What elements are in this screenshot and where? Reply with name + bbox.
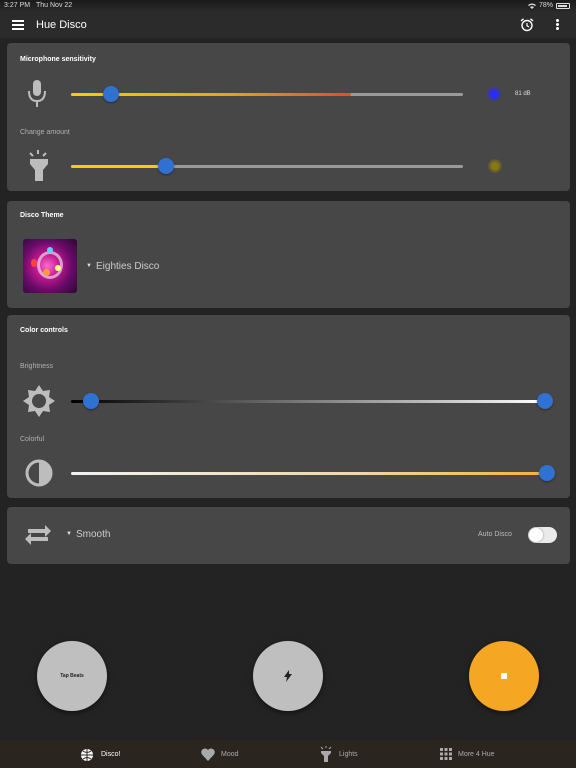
nav-more-4-hue-label: More 4 Hue: [458, 750, 495, 758]
wifi-icon: [527, 3, 536, 9]
status-bar: 3:27 PM Thu Nov 22 78%: [0, 0, 576, 12]
grid-icon: [440, 748, 452, 760]
bottom-nav: Disco! Mood Lights More 4 Hue: [0, 740, 576, 768]
brightness-icon: [23, 385, 55, 417]
theme-dropdown-caret-icon[interactable]: ▼: [86, 263, 92, 269]
change-indicator: [488, 159, 502, 173]
brightness-min-thumb[interactable]: [83, 393, 99, 409]
nav-disco[interactable]: Disco!: [79, 747, 120, 761]
color-controls-card: Color controls Brightness Colorful: [7, 315, 570, 498]
flash-button[interactable]: [253, 641, 323, 711]
auto-disco-toggle[interactable]: [528, 527, 557, 543]
transition-mode-dropdown[interactable]: Smooth: [76, 529, 110, 540]
colorful-thumb[interactable]: [539, 465, 555, 481]
nav-more-4-hue[interactable]: More 4 Hue: [440, 747, 495, 761]
microphone-icon: [28, 80, 46, 107]
heart-icon: [201, 748, 215, 761]
change-amount-label: Change amount: [20, 129, 70, 136]
tap-beats-label: Tap Beats: [60, 673, 84, 679]
brightness-label: Brightness: [20, 363, 54, 370]
disco-ball-thumbnail[interactable]: [23, 239, 77, 293]
menu-icon[interactable]: [12, 20, 24, 30]
sound-level-indicator: [487, 87, 501, 101]
microphone-card-title: Microphone sensitivity: [20, 56, 96, 63]
stop-icon: [501, 673, 507, 679]
nav-mood[interactable]: Mood: [201, 747, 239, 761]
app-title: Hue Disco: [36, 19, 87, 31]
transition-dropdown-caret-icon[interactable]: ▼: [66, 531, 72, 537]
repeat-icon: [25, 525, 51, 545]
disco-ball-icon: [81, 749, 93, 761]
nav-lights-label: Lights: [339, 750, 358, 758]
flashlight-nav-icon: [320, 746, 332, 762]
brightness-max-thumb[interactable]: [537, 393, 553, 409]
flash-icon: [284, 670, 292, 682]
colorful-label: Colorful: [20, 436, 45, 443]
contrast-icon: [25, 459, 53, 487]
stop-button[interactable]: [469, 641, 539, 711]
change-amount-thumb[interactable]: [158, 158, 174, 174]
status-date: Thu Nov 22: [36, 2, 73, 9]
nav-lights[interactable]: Lights: [319, 746, 358, 762]
battery-icon: [556, 2, 570, 9]
microphone-card: Microphone sensitivity 81 dB Change amou…: [7, 43, 570, 191]
nav-mood-label: Mood: [221, 750, 239, 758]
theme-dropdown[interactable]: Eighties Disco: [96, 261, 159, 272]
app-bar: Hue Disco: [0, 12, 576, 38]
change-amount-fill: [71, 165, 165, 168]
battery-percent: 78%: [538, 2, 553, 9]
disco-theme-card: Disco Theme ▼ Eighties Disco: [7, 201, 570, 308]
color-controls-title: Color controls: [20, 327, 68, 334]
db-label: 81 dB: [515, 91, 531, 97]
transition-card: ▼ Smooth Auto Disco: [7, 507, 570, 564]
alarm-icon[interactable]: [520, 18, 534, 32]
colorful-track[interactable]: [71, 472, 547, 475]
status-right: 78%: [527, 2, 570, 9]
nav-disco-label: Disco!: [101, 750, 121, 758]
tap-beats-button[interactable]: Tap Beats: [37, 641, 107, 711]
status-time: 3:27 PM: [4, 2, 31, 9]
disco-theme-title: Disco Theme: [20, 212, 64, 219]
brightness-track[interactable]: [71, 400, 543, 403]
auto-disco-label: Auto Disco: [478, 531, 512, 538]
mic-sensitivity-thumb[interactable]: [103, 86, 119, 102]
flashlight-icon: [29, 150, 48, 181]
more-vert-icon[interactable]: [551, 19, 563, 33]
